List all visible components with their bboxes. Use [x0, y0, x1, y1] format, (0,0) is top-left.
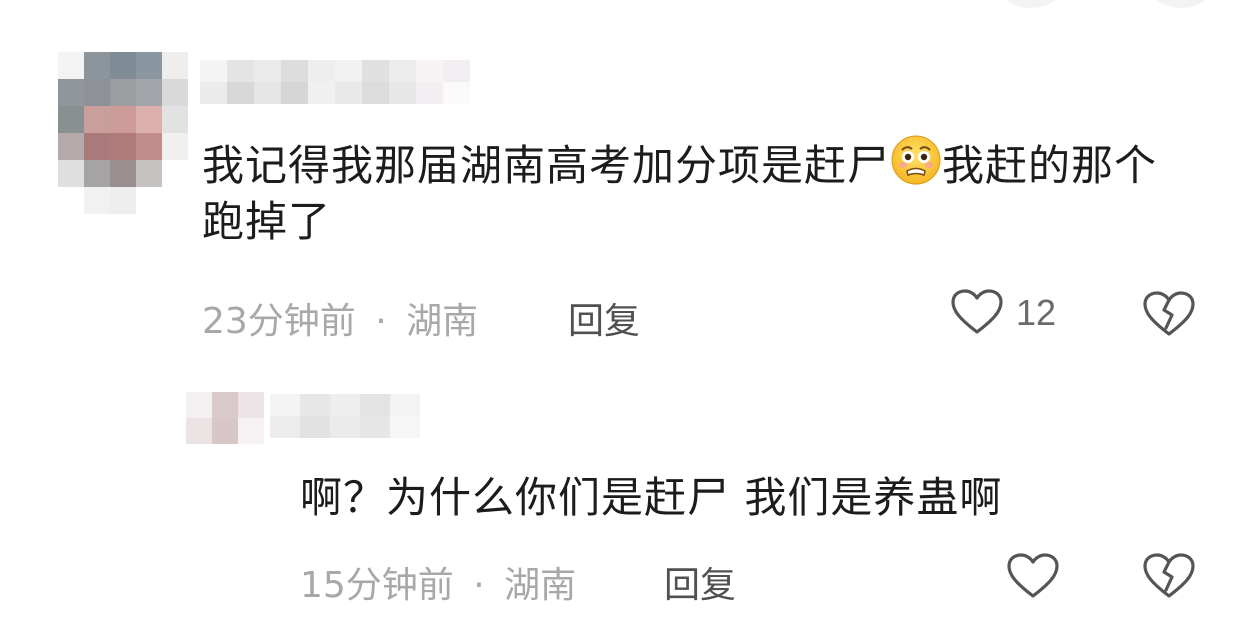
top-overflow-shape [1000, 0, 1062, 8]
reply-button[interactable]: 回复 [568, 292, 640, 344]
reply-button[interactable]: 回复 [664, 556, 736, 608]
comment-meta: 15分钟前 · 湖南 [300, 556, 576, 608]
heart-outline-icon[interactable] [1006, 552, 1060, 600]
like-count: 12 [1016, 292, 1057, 333]
comment-time: 23分钟前 [202, 301, 356, 342]
username[interactable] [270, 394, 420, 438]
username[interactable] [200, 60, 470, 104]
comment-text: 我记得我那届湖南高考加分项是赶尸 我赶的那个跑掉了 [202, 134, 1182, 250]
top-overflow-shape [1150, 0, 1212, 8]
meta-dot: · [375, 301, 387, 342]
comment-meta: 23分钟前 · 湖南 [202, 292, 478, 344]
comment-text-part1: 我记得我那届湖南高考加分项是赶尸 [202, 141, 891, 190]
avatar[interactable] [186, 392, 264, 444]
comment-location: 湖南 [406, 301, 479, 342]
comment-location: 湖南 [504, 565, 577, 606]
broken-heart-icon[interactable] [1142, 290, 1196, 338]
heart-outline-icon[interactable] [950, 288, 1004, 336]
meta-dot: · [473, 565, 485, 606]
comment-text: 啊？为什么你们是赶尸 我们是养蛊啊 [300, 473, 1003, 522]
comment-time: 15分钟前 [300, 565, 454, 606]
avatar[interactable] [58, 52, 188, 214]
broken-heart-icon[interactable] [1142, 552, 1196, 600]
anguished-face-emoji-icon [890, 134, 942, 186]
